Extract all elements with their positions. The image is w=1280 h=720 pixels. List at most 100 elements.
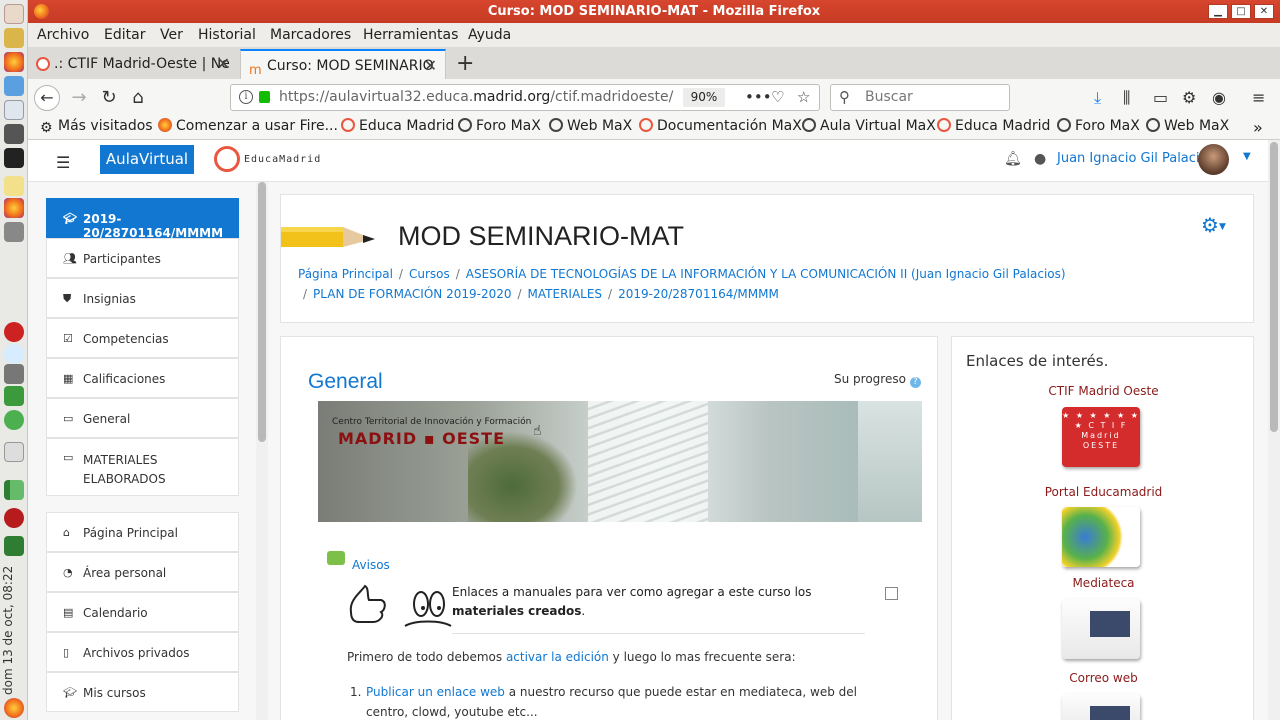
breadcrumb-asesoria[interactable]: ASESORÍA DE TECNOLOGÍAS DE LA INFORMACIÓ… [466, 267, 1066, 281]
sidebar-item-general[interactable]: ▭ General [46, 398, 239, 438]
bookmark-aula-virtual-max[interactable]: Aula Virtual MaX [802, 118, 936, 134]
drawer-scrollbar[interactable] [256, 182, 268, 720]
back-button[interactable]: ← [34, 85, 60, 111]
menu-editar[interactable]: Editar [104, 27, 145, 43]
search-bar[interactable]: ⚲ Buscar [830, 84, 1010, 111]
menu-historial[interactable]: Historial [198, 27, 256, 43]
bookmark-educa-madrid-2[interactable]: Educa Madrid [937, 118, 1050, 134]
message-icon[interactable]: ● [1034, 151, 1046, 167]
bookmarks-overflow-icon[interactable]: » [1253, 118, 1263, 137]
url-text[interactable]: https://aulavirtual32.educa.madrid.org/c… [279, 89, 673, 105]
menu-marcadores[interactable]: Marcadores [270, 27, 351, 43]
portal-educamadrid-link[interactable]: Portal Educamadrid [952, 485, 1255, 499]
breadcrumb-pagina-principal[interactable]: Página Principal [298, 267, 393, 281]
section-title[interactable]: General [308, 370, 383, 394]
chevron-down-icon[interactable]: ▼ [1243, 151, 1251, 162]
sidebar-item-pagina-principal[interactable]: ⌂ Página Principal [46, 512, 239, 552]
hamburger-menu-icon[interactable]: ≡ [1252, 88, 1265, 107]
extension-icon[interactable]: ⚙ [1182, 88, 1196, 107]
user-name[interactable]: Juan Ignacio Gil Palacios [1057, 151, 1214, 166]
close-tab-icon[interactable]: ✕ [217, 49, 230, 79]
sync-icon[interactable]: ◉ [1212, 88, 1226, 107]
bookmark-educa-madrid[interactable]: Educa Madrid [341, 118, 454, 134]
sidebar-item-calificaciones[interactable]: ▦ Calificaciones [46, 358, 239, 398]
pocket-icon[interactable]: ♡ [771, 88, 784, 106]
maximize-button[interactable]: □ [1231, 4, 1251, 19]
correo-web-link[interactable]: Correo web [952, 671, 1255, 685]
mediateca-screenshot-image[interactable] [1062, 599, 1140, 659]
bell-icon[interactable]: 🔔︎ [1004, 151, 1022, 167]
gear-icon[interactable]: ⚙▼ [1201, 213, 1226, 237]
reload-button[interactable]: ↻ [96, 85, 122, 111]
drawer-scrollbar-thumb[interactable] [258, 182, 266, 442]
speaker-icon[interactable] [4, 508, 24, 528]
sidebar-item-archivos-privados[interactable]: ▯ Archivos privados [46, 632, 239, 672]
monitor-icon[interactable] [4, 364, 24, 384]
new-tab-button[interactable]: + [456, 51, 474, 76]
check-icon[interactable] [4, 410, 24, 430]
ctif-madrid-oeste-link[interactable]: CTIF Madrid Oeste [952, 384, 1255, 398]
avatar[interactable] [1198, 144, 1229, 175]
menu-ver[interactable]: Ver [160, 27, 183, 43]
monitor-green-icon[interactable] [4, 536, 24, 556]
sidebar-item-calendario[interactable]: ▤ Calendario [46, 592, 239, 632]
page-scrollbar[interactable] [1268, 140, 1280, 720]
sidebar-item-mis-cursos[interactable]: 🎓︎ Mis cursos [46, 672, 239, 712]
bookmark-foro-max-2[interactable]: Foro MaX [1057, 118, 1140, 134]
forum-icon[interactable] [327, 551, 345, 565]
firefox-icon[interactable] [4, 52, 24, 72]
installer-icon[interactable] [4, 386, 24, 406]
menu-archivo[interactable]: Archivo [37, 27, 89, 43]
publicar-enlace-link[interactable]: Publicar un enlace web [366, 685, 505, 699]
terminal-icon[interactable] [4, 148, 24, 168]
menu-herramientas[interactable]: Herramientas [363, 27, 458, 43]
bookmark-comenzar[interactable]: Comenzar a usar Fire... [158, 118, 338, 134]
avisos-link[interactable]: Avisos [352, 558, 390, 572]
close-tab-icon[interactable]: ✕ [424, 51, 437, 79]
menu-ayuda[interactable]: Ayuda [468, 27, 511, 43]
downloads-icon[interactable]: ⤓ [1094, 88, 1101, 108]
bookmark-web-max-2[interactable]: Web MaX [1146, 118, 1229, 134]
help-icon[interactable]: ? [909, 377, 921, 388]
sidebar-item-course[interactable]: 🎓︎ 2019-20/28701164/MMMM [46, 198, 239, 240]
chat-app-icon[interactable] [4, 344, 24, 364]
sidebar-item-participantes[interactable]: 👥︎ Participantes [46, 238, 239, 278]
screen-icon[interactable] [4, 124, 24, 144]
grid-icon[interactable] [4, 442, 24, 462]
chrome-icon[interactable] [4, 698, 24, 718]
bookmark-web-max[interactable]: Web MaX [549, 118, 632, 134]
site-info-icon[interactable]: i [239, 90, 253, 104]
bookmark-star-icon[interactable]: ☆ [797, 88, 810, 106]
sidebar-item-materiales[interactable]: ▭ MATERIALES ELABORADOS [46, 438, 239, 496]
zoom-level[interactable]: 90% [683, 88, 725, 107]
editor-icon[interactable] [4, 28, 24, 48]
sidebar-item-area-personal[interactable]: ◔ Área personal [46, 552, 239, 592]
bookmark-documentacion-max[interactable]: Documentación MaX [639, 118, 802, 134]
firefox-small-icon[interactable] [4, 198, 24, 218]
mediateca-link[interactable]: Mediateca [952, 576, 1255, 590]
correo-web-screenshot-image[interactable] [1062, 694, 1140, 720]
educamadrid-text[interactable]: EducaMadrid [244, 154, 321, 165]
forward-button[interactable]: → [66, 85, 92, 111]
completion-checkbox[interactable] [885, 587, 898, 600]
ctif-logo-image[interactable]: ★ ★ ★ ★ ★ ★ ★ C T I F Madrid OESTE [1062, 407, 1140, 467]
app-icon[interactable] [4, 4, 24, 24]
bookmark-foro-max[interactable]: Foro MaX [458, 118, 541, 134]
browser-icon[interactable] [4, 76, 24, 96]
bookmark-mas-visitados[interactable]: ⚙ Más visitados [40, 118, 153, 136]
chart-app-icon[interactable] [4, 480, 24, 500]
aulavirtual-button[interactable]: AulaVirtual [100, 145, 194, 174]
sidebar-toggle-icon[interactable]: ▭ [1153, 88, 1168, 107]
url-bar[interactable]: i https://aulavirtual32.educa.madrid.org… [230, 84, 820, 111]
close-window-button[interactable]: ✕ [1254, 4, 1274, 19]
library-icon[interactable]: ⫼ [1123, 88, 1130, 108]
tab-curso[interactable]: m Curso: MOD SEMINARIO ✕ [240, 49, 446, 79]
page-scrollbar-thumb[interactable] [1270, 142, 1278, 432]
breadcrumb-materiales[interactable]: MATERIALES [528, 287, 603, 301]
record-icon[interactable] [4, 322, 24, 342]
sidebar-item-competencias[interactable]: ☑ Competencias [46, 318, 239, 358]
breadcrumb-plan[interactable]: PLAN DE FORMACIÓN 2019-2020 [313, 287, 511, 301]
breadcrumb-course[interactable]: 2019-20/28701164/MMMM [618, 287, 779, 301]
drawer-toggle-icon[interactable]: ☰ [56, 153, 70, 172]
notes-icon[interactable] [4, 176, 24, 196]
